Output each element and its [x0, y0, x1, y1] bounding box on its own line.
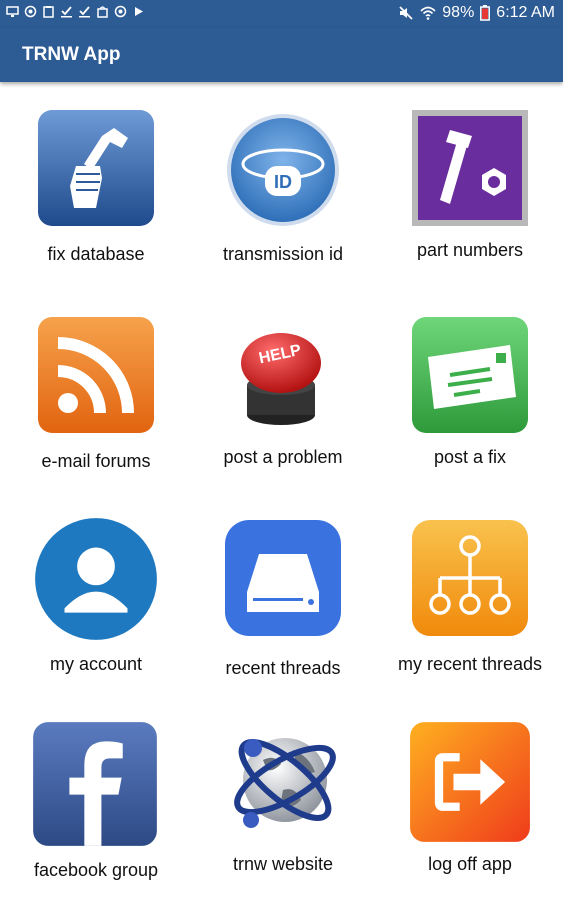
- log-off-app-tile[interactable]: log off app: [385, 720, 555, 890]
- bolt-nut-icon: [412, 110, 528, 226]
- hierarchy-icon: [412, 520, 528, 636]
- screen-icon: [6, 6, 19, 17]
- svg-text:ID: ID: [274, 172, 292, 192]
- recent-threads-tile[interactable]: recent threads: [198, 518, 368, 688]
- bag-icon: [97, 6, 108, 18]
- envelope-icon: [412, 317, 528, 433]
- wrench-fist-icon: [38, 110, 154, 226]
- part-numbers-tile[interactable]: part numbers: [385, 108, 555, 278]
- email-forums-label: e-mail forums: [41, 451, 151, 471]
- wifi-icon: [420, 6, 436, 20]
- clipboard-icon: [43, 6, 54, 18]
- user-icon: [35, 518, 157, 640]
- facebook-group-label: facebook group: [33, 860, 159, 880]
- logout-icon: [410, 722, 530, 842]
- my-account-tile[interactable]: my account: [11, 518, 181, 688]
- camera-icon: [24, 5, 37, 18]
- help-button-icon: HELP: [241, 333, 321, 425]
- clock: 6:12 AM: [496, 4, 555, 21]
- my-recent-threads-tile[interactable]: my recent threads: [385, 518, 555, 688]
- camera-icon: [114, 5, 127, 18]
- my-account-label: my account: [49, 654, 143, 674]
- status-bar: 98% 6:12 AM: [0, 0, 563, 28]
- play-icon: [135, 7, 143, 16]
- log-off-app-label: log off app: [428, 854, 512, 874]
- app-bar: TRNW App: [0, 28, 563, 82]
- mute-icon: [399, 6, 413, 20]
- fix-database-label: fix database: [47, 244, 145, 264]
- transmission-id-tile[interactable]: ID transmission id: [198, 108, 368, 278]
- trnw-website-tile[interactable]: trnw website: [198, 720, 368, 890]
- drive-icon: [225, 520, 341, 636]
- post-a-problem-label: post a problem: [223, 447, 343, 467]
- check-icon: [79, 6, 90, 18]
- part-numbers-label: part numbers: [416, 240, 524, 260]
- system-status: 98% 6:12 AM: [398, 4, 555, 22]
- check-icon: [61, 6, 72, 18]
- post-a-fix-label: post a fix: [433, 447, 507, 467]
- transmission-id-label: transmission id: [222, 244, 344, 264]
- app-title: TRNW App: [22, 44, 121, 65]
- rss-icon: [38, 317, 154, 433]
- id-band-icon: ID: [227, 114, 339, 226]
- menu-grid: fix database ID transmission id part num…: [0, 82, 563, 900]
- trnw-website-label: trnw website: [232, 854, 334, 874]
- post-a-problem-tile[interactable]: HELP post a problem: [198, 315, 368, 485]
- notification-icons: [6, 5, 145, 18]
- facebook-group-tile[interactable]: facebook group: [11, 720, 181, 890]
- battery-percent: 98%: [442, 4, 475, 21]
- my-recent-threads-label: my recent threads: [397, 654, 543, 674]
- battery-icon: [480, 5, 491, 21]
- facebook-icon: [33, 722, 157, 846]
- email-forums-tile[interactable]: e-mail forums: [11, 315, 181, 485]
- fix-database-tile[interactable]: fix database: [11, 108, 181, 278]
- globe-icon: [234, 738, 336, 828]
- recent-threads-label: recent threads: [225, 658, 341, 678]
- post-a-fix-tile[interactable]: post a fix: [385, 315, 555, 485]
